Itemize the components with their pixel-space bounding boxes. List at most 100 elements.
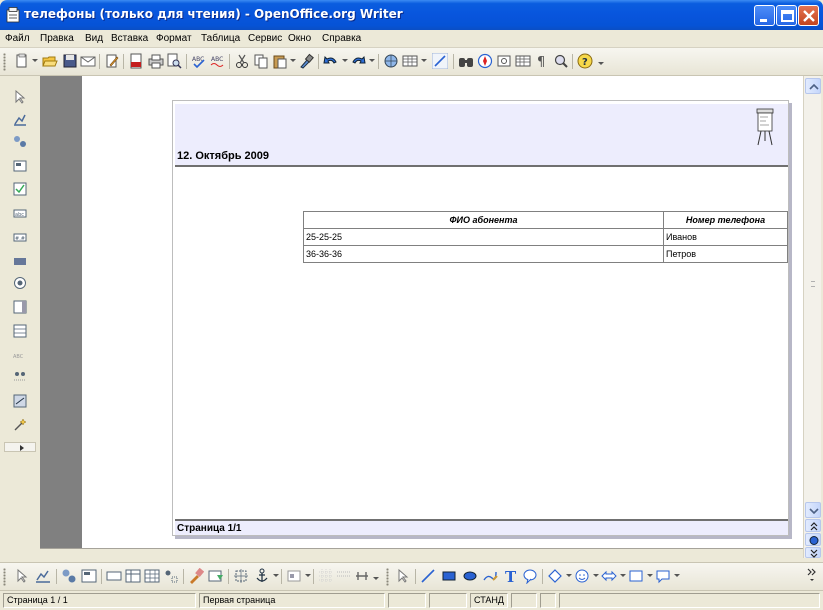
menu-format[interactable]: Формат xyxy=(156,33,192,44)
text-box-control-icon[interactable] xyxy=(106,568,122,584)
minimize-button[interactable] xyxy=(754,5,775,26)
navigator-icon[interactable] xyxy=(477,53,493,69)
form-navigator-icon[interactable] xyxy=(13,394,27,408)
select-arrow-icon[interactable] xyxy=(13,90,27,104)
email-icon[interactable] xyxy=(80,53,96,69)
table-control-icon[interactable] xyxy=(125,568,141,584)
navigation-button[interactable] xyxy=(805,533,821,546)
form-toolbar-expand-button[interactable] xyxy=(4,442,36,452)
document-canvas[interactable]: 12. Октябрь 2009 ФИО абонента Номер теле… xyxy=(82,76,803,548)
page[interactable]: 12. Октябрь 2009 ФИО абонента Номер теле… xyxy=(172,100,789,536)
ellipse-icon[interactable] xyxy=(462,568,478,584)
maximize-button[interactable] xyxy=(776,5,797,26)
symbol-shapes-dropdown-arrow[interactable] xyxy=(593,574,599,577)
basic-shapes-dropdown-arrow[interactable] xyxy=(566,574,572,577)
table-cell[interactable]: Петров xyxy=(663,245,788,263)
status-page-number[interactable]: Страница 1 / 1 xyxy=(3,593,196,608)
undo-icon[interactable] xyxy=(323,53,339,69)
status-zoom[interactable] xyxy=(388,593,426,608)
copy-icon[interactable] xyxy=(253,53,269,69)
autospellcheck-icon[interactable]: ABC xyxy=(210,53,226,69)
save-icon[interactable] xyxy=(62,53,78,69)
grid-control-icon[interactable] xyxy=(144,568,160,584)
previous-page-button[interactable] xyxy=(805,519,821,532)
status-selection-mode[interactable]: СТАНД xyxy=(470,593,508,608)
basic-shapes-icon[interactable] xyxy=(547,568,563,584)
control-properties-icon[interactable] xyxy=(13,135,27,149)
toolbar-grip[interactable] xyxy=(3,568,6,586)
paste-dropdown-arrow[interactable] xyxy=(290,59,296,62)
snap-icon[interactable] xyxy=(354,568,370,584)
table-icon[interactable] xyxy=(402,53,418,69)
flowcharts-dropdown-arrow[interactable] xyxy=(647,574,653,577)
text-box-control-icon[interactable]: abc xyxy=(13,206,27,220)
status-hyperlink-mode[interactable] xyxy=(511,593,537,608)
menu-edit[interactable]: Правка xyxy=(40,33,74,44)
position-size-icon[interactable] xyxy=(233,568,249,584)
new-icon[interactable] xyxy=(14,53,30,69)
gallery-icon[interactable] xyxy=(496,53,512,69)
callout-shapes-icon[interactable] xyxy=(655,568,671,584)
select-arrow-icon[interactable] xyxy=(395,568,411,584)
line-icon[interactable] xyxy=(420,568,436,584)
rectangle-icon[interactable] xyxy=(441,568,457,584)
print-icon[interactable] xyxy=(148,53,164,69)
freeform-line-icon[interactable] xyxy=(482,568,498,584)
alignment-dropdown-arrow[interactable] xyxy=(305,574,311,577)
redo-dropdown-arrow[interactable] xyxy=(369,59,375,62)
select-arrow-icon[interactable] xyxy=(14,568,30,584)
toolbar-overflow-arrow[interactable] xyxy=(598,62,604,65)
toolbar-overflow-arrow[interactable] xyxy=(373,577,379,580)
page-header[interactable]: 12. Октябрь 2009 xyxy=(175,104,788,167)
redo-icon[interactable] xyxy=(350,53,366,69)
text-icon[interactable]: T xyxy=(502,568,518,584)
grid-on-icon[interactable] xyxy=(318,568,334,584)
anchor-icon[interactable] xyxy=(254,568,270,584)
formatted-field-icon[interactable]: #.# xyxy=(13,230,27,244)
block-arrows-dropdown-arrow[interactable] xyxy=(620,574,626,577)
list-box-icon[interactable] xyxy=(13,300,27,314)
status-page-style[interactable]: Первая страница xyxy=(199,593,385,608)
form-design-icon[interactable] xyxy=(13,159,27,173)
open-icon[interactable] xyxy=(42,53,58,69)
export-pdf-icon[interactable] xyxy=(128,53,144,69)
new-dropdown-arrow[interactable] xyxy=(32,59,38,62)
find-replace-icon[interactable] xyxy=(458,53,474,69)
edit-file-icon[interactable] xyxy=(104,53,120,69)
scroll-down-button[interactable] xyxy=(805,502,821,518)
menu-view[interactable]: Вид xyxy=(85,33,103,44)
design-mode-icon[interactable] xyxy=(35,568,51,584)
show-draw-functions-icon[interactable] xyxy=(432,53,448,69)
status-insert-mode[interactable] xyxy=(429,593,467,608)
wizards-icon[interactable] xyxy=(13,418,27,432)
toolbar-grip[interactable] xyxy=(386,568,389,586)
helplines-icon[interactable] xyxy=(336,568,352,584)
group-box-icon[interactable] xyxy=(163,568,179,584)
help-icon[interactable]: ? xyxy=(577,53,593,69)
zoom-icon[interactable] xyxy=(553,53,569,69)
table-cell[interactable]: 36-36-36 xyxy=(303,245,664,263)
next-page-button[interactable] xyxy=(805,547,821,558)
toolbar-overflow-icon[interactable] xyxy=(805,566,819,582)
alignment-icon[interactable] xyxy=(286,568,302,584)
form-design-icon[interactable] xyxy=(81,568,97,584)
page-footer[interactable]: Страница 1/1 xyxy=(175,519,788,535)
callouts-icon[interactable] xyxy=(522,568,538,584)
table-dropdown-arrow[interactable] xyxy=(421,59,427,62)
table-header-phone[interactable]: Номер телефона xyxy=(663,211,788,229)
page-preview-icon[interactable] xyxy=(166,53,182,69)
hyperlink-icon[interactable] xyxy=(383,53,399,69)
data-sources-icon[interactable] xyxy=(515,53,531,69)
status-signature[interactable] xyxy=(559,593,820,608)
menu-insert[interactable]: Вставка xyxy=(111,33,148,44)
scroll-thumb-grip[interactable] xyxy=(811,281,815,287)
cut-icon[interactable] xyxy=(234,53,250,69)
toolbar-grip[interactable] xyxy=(3,53,6,71)
option-button-icon[interactable] xyxy=(13,276,27,290)
status-document-modified[interactable] xyxy=(540,593,556,608)
scroll-up-button[interactable] xyxy=(805,78,821,94)
checkbox-control-icon[interactable] xyxy=(13,182,27,196)
label-field-icon[interactable]: ABC xyxy=(13,348,27,362)
menu-window[interactable]: Окно xyxy=(288,33,311,44)
push-button-control-icon[interactable] xyxy=(13,254,27,268)
